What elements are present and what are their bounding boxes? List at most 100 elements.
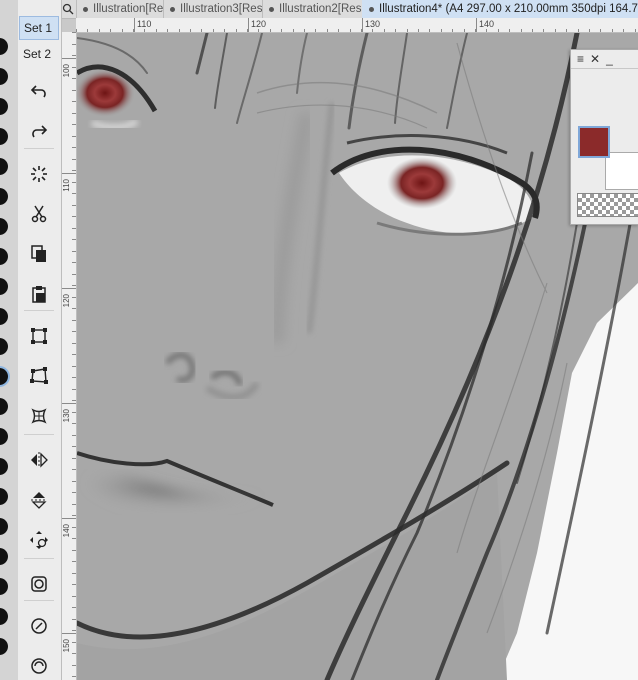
free-transform-button[interactable]	[21, 362, 57, 390]
brush-size-dot[interactable]	[0, 38, 8, 55]
ruler-tick	[395, 29, 397, 32]
brush-size-dot[interactable]	[0, 158, 8, 175]
brush-size-dot[interactable]	[0, 488, 8, 505]
screen-capture-button[interactable]	[21, 570, 57, 598]
ruler-tick	[110, 29, 112, 32]
ruler-tick	[72, 618, 76, 620]
brush-size-dot[interactable]	[0, 548, 8, 565]
tab-illustration[interactable]: Illustration[Resto	[76, 0, 164, 18]
brush-size-dot[interactable]	[0, 98, 8, 115]
ruler-tick	[155, 29, 157, 32]
tab-label: Illustration2[Res	[279, 3, 362, 15]
move-button[interactable]	[21, 526, 57, 554]
reset-view-icon	[31, 658, 47, 674]
ruler-tick	[589, 29, 590, 32]
ruler-tick	[72, 158, 76, 160]
brush-size-dot[interactable]	[0, 518, 8, 535]
set-2-tab[interactable]: Set 2	[19, 42, 59, 66]
ruler-major-tick	[62, 633, 76, 634]
ruler-tick	[72, 342, 76, 344]
close-icon[interactable]: ✕	[590, 52, 600, 66]
brush-size-dot[interactable]	[0, 368, 8, 385]
rotate-view-button[interactable]	[21, 612, 57, 640]
tab-illustration2[interactable]: Illustration2[Res	[262, 0, 363, 18]
brush-size-dot[interactable]	[0, 398, 8, 415]
brush-size-dot[interactable]	[0, 188, 8, 205]
brush-size-strip[interactable]	[0, 0, 19, 680]
ruler-tick	[292, 29, 294, 32]
ruler-tick	[87, 29, 89, 32]
ruler-tick	[566, 29, 568, 32]
command-separator	[24, 310, 54, 311]
mesh-transform-button[interactable]	[21, 402, 57, 430]
minimize-icon[interactable]: _	[606, 52, 613, 66]
brush-size-dot[interactable]	[0, 458, 8, 475]
ruler-tick	[72, 135, 76, 137]
reset-view-button[interactable]	[21, 652, 57, 680]
flip-horizontal-button[interactable]	[21, 446, 57, 474]
menu-icon[interactable]: ≡	[577, 52, 584, 66]
brush-size-dot[interactable]	[0, 218, 8, 235]
ruler-tick	[623, 29, 625, 32]
tab-illustration3[interactable]: Illustration3[Res	[163, 0, 263, 18]
command-bar: Set 1 Set 2	[18, 0, 62, 680]
ruler-tick	[72, 193, 76, 194]
brush-size-dot[interactable]	[0, 278, 8, 295]
brush-size-dot[interactable]	[0, 608, 8, 625]
ruler-tick	[72, 595, 76, 597]
loading-icon	[31, 166, 47, 182]
ruler-major-tick	[362, 18, 363, 32]
ruler-tick	[72, 262, 76, 263]
brush-size-dot[interactable]	[0, 308, 8, 325]
ruler-tick	[72, 434, 76, 436]
ruler-tick	[224, 29, 226, 32]
ruler-label: 110	[137, 19, 152, 29]
brush-size-dot[interactable]	[0, 638, 8, 655]
tab-label: Illustration4* (A4 297.00 x 210.00mm 350…	[379, 3, 638, 15]
cut-button[interactable]	[21, 200, 57, 228]
flip-vertical-button[interactable]	[21, 486, 57, 514]
ruler-tick	[72, 526, 76, 528]
ruler-tick	[190, 29, 191, 32]
ruler-tick	[315, 29, 317, 32]
ruler-tick	[452, 29, 454, 32]
brush-size-dot[interactable]	[0, 68, 8, 85]
ruler-tick	[72, 181, 76, 183]
ruler-tick	[418, 29, 419, 32]
ruler-tick	[72, 273, 76, 275]
flip-vertical-icon	[31, 492, 47, 509]
redo-button[interactable]	[21, 116, 57, 144]
brush-size-dot[interactable]	[0, 248, 8, 265]
ruler-tick	[577, 29, 579, 32]
ruler-tick	[497, 29, 499, 32]
ruler-tick	[72, 457, 76, 459]
set-1-tab[interactable]: Set 1	[19, 16, 59, 40]
copy-button[interactable]	[21, 240, 57, 268]
ruler-tick	[72, 538, 76, 539]
undo-button[interactable]	[21, 76, 57, 104]
ruler-tick	[72, 296, 76, 298]
ruler-tick	[72, 227, 76, 229]
ruler-tick	[72, 239, 76, 240]
brush-size-dot[interactable]	[0, 128, 8, 145]
transform-button[interactable]	[21, 322, 57, 350]
ruler-tick	[600, 29, 602, 32]
ruler-tick	[72, 653, 76, 654]
ruler-tick	[72, 170, 76, 171]
ruler-tick	[440, 29, 442, 32]
transparent-color-swatch[interactable]	[577, 193, 638, 217]
ruler-tick	[72, 561, 76, 562]
main-color-swatch[interactable]	[578, 126, 610, 158]
brush-size-dot[interactable]	[0, 338, 8, 355]
loading-button[interactable]	[21, 160, 57, 188]
brush-size-dot[interactable]	[0, 428, 8, 445]
ruler-tick	[72, 480, 76, 482]
brush-size-dot[interactable]	[0, 578, 8, 595]
paste-button[interactable]	[21, 280, 57, 308]
tab-close-icon[interactable]	[62, 0, 77, 18]
tab-illustration4[interactable]: Illustration4* (A4 297.00 x 210.00mm 350…	[362, 0, 638, 18]
drawing-canvas[interactable]	[77, 33, 638, 680]
command-separator	[24, 600, 54, 601]
ruler-major-tick	[248, 18, 249, 32]
ruler-tick	[72, 32, 76, 33]
